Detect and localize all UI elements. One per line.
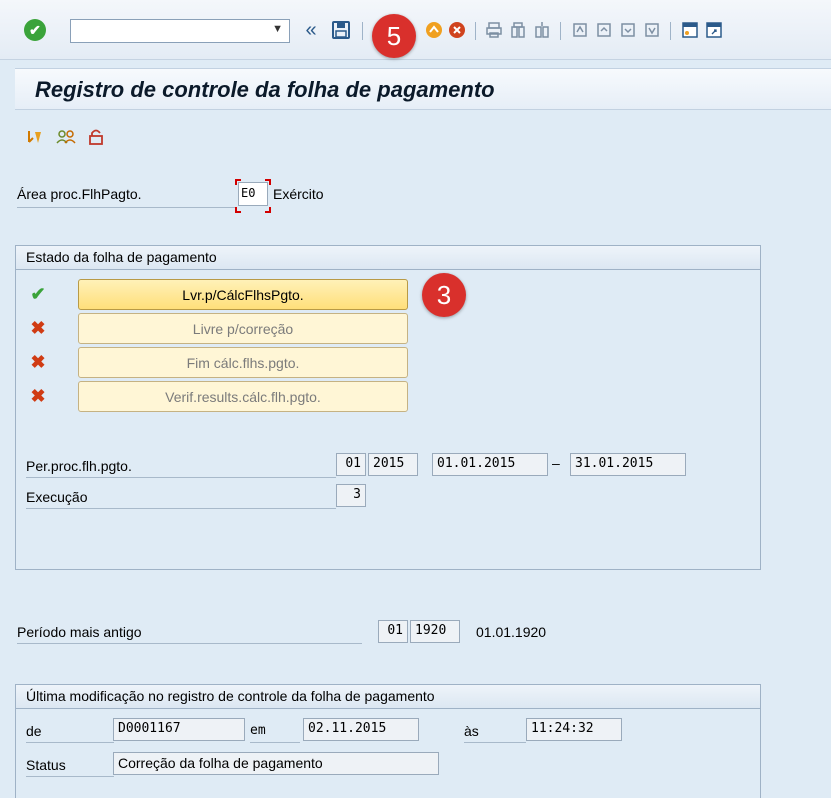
exit-payroll-button[interactable]: Fim cálc.flhs.pgto. xyxy=(78,347,408,378)
period-month-field: 01 xyxy=(336,453,366,476)
em-label: em xyxy=(250,723,300,743)
status-field: Correção da folha de pagamento xyxy=(113,752,439,775)
back-arrows-icon[interactable]: « xyxy=(300,18,322,42)
application-toolbar xyxy=(26,128,104,150)
check-icon: ✔ xyxy=(30,283,46,304)
oldest-period-label: Período mais antigo xyxy=(17,624,362,644)
cross-icon: ✖ xyxy=(30,351,46,372)
focus-marker xyxy=(265,207,271,213)
step-badge-5: 5 xyxy=(372,14,416,58)
oldest-month-field: 01 xyxy=(378,620,408,643)
check-results-button[interactable]: Verif.results.cálc.flh.pgto. xyxy=(78,381,408,412)
oldest-date: 01.01.1920 xyxy=(476,624,547,640)
next-page-icon[interactable] xyxy=(618,18,638,42)
oldest-year-field: 1920 xyxy=(410,620,460,643)
find-icon[interactable] xyxy=(508,18,528,42)
toolbar-separator xyxy=(475,22,476,40)
title-bar: Registro de controle da folha de pagamen… xyxy=(15,68,831,110)
period-dash: – xyxy=(552,455,560,471)
save-icon[interactable] xyxy=(330,18,352,42)
period-label: Per.proc.flh.pgto. xyxy=(26,458,336,478)
release-payroll-button[interactable]: Lvr.p/CálcFlhsPgto. xyxy=(78,279,408,310)
group-title: Estado da folha de pagamento xyxy=(16,246,760,270)
print-icon[interactable] xyxy=(484,18,504,42)
page-title: Registro de controle da folha de pagamen… xyxy=(35,77,495,102)
last-page-icon[interactable] xyxy=(642,18,662,42)
toolbar-separator xyxy=(362,22,363,40)
chevron-down-icon[interactable]: ▼ xyxy=(272,23,283,35)
toolbar-separator xyxy=(560,22,561,40)
cancel-icon[interactable] xyxy=(447,18,467,42)
focus-marker xyxy=(235,179,241,185)
period-from-field: 01.01.2015 xyxy=(432,453,548,476)
area-input[interactable]: E0 xyxy=(238,182,268,206)
users-icon[interactable] xyxy=(56,128,76,151)
execution-field: 3 xyxy=(336,484,366,507)
first-page-icon[interactable] xyxy=(570,18,590,42)
exit-icon[interactable] xyxy=(424,18,444,42)
change-time-field: 11:24:32 xyxy=(526,718,622,741)
user-field: D0001167 xyxy=(113,718,245,741)
previous-page-icon[interactable] xyxy=(594,18,614,42)
toolbar-separator xyxy=(670,22,671,40)
area-text: Exército xyxy=(273,186,324,202)
execute-icon[interactable] xyxy=(26,128,44,151)
last-change-group: Última modificação no registro de contro… xyxy=(15,684,761,798)
focus-marker xyxy=(265,179,271,185)
cross-icon: ✖ xyxy=(30,317,46,338)
new-session-icon[interactable] xyxy=(680,18,700,42)
cross-icon: ✖ xyxy=(30,385,46,406)
period-to-field: 31.01.2015 xyxy=(570,453,686,476)
find-next-icon[interactable] xyxy=(532,18,552,42)
de-label: de xyxy=(26,723,114,743)
execution-label: Execução xyxy=(26,489,336,509)
command-field[interactable]: ▼ xyxy=(70,19,290,43)
payroll-status-group: Estado da folha de pagamento ✔ Lvr.p/Cál… xyxy=(15,245,761,570)
shortcut-icon[interactable] xyxy=(704,18,724,42)
change-date-field: 02.11.2015 xyxy=(303,718,419,741)
period-year-field: 2015 xyxy=(368,453,418,476)
step-badge-3: 3 xyxy=(422,273,466,317)
system-toolbar: ✔ ▼ « 5 xyxy=(0,0,831,60)
enter-check-icon[interactable]: ✔ xyxy=(24,19,46,41)
area-label: Área proc.FlhPagto. xyxy=(17,186,237,208)
group-title: Última modificação no registro de contro… xyxy=(16,685,760,709)
status-label: Status xyxy=(26,757,114,777)
focus-marker xyxy=(235,207,241,213)
as-label: às xyxy=(464,723,526,743)
release-correction-button[interactable]: Livre p/correção xyxy=(78,313,408,344)
lock-icon[interactable] xyxy=(88,128,104,151)
